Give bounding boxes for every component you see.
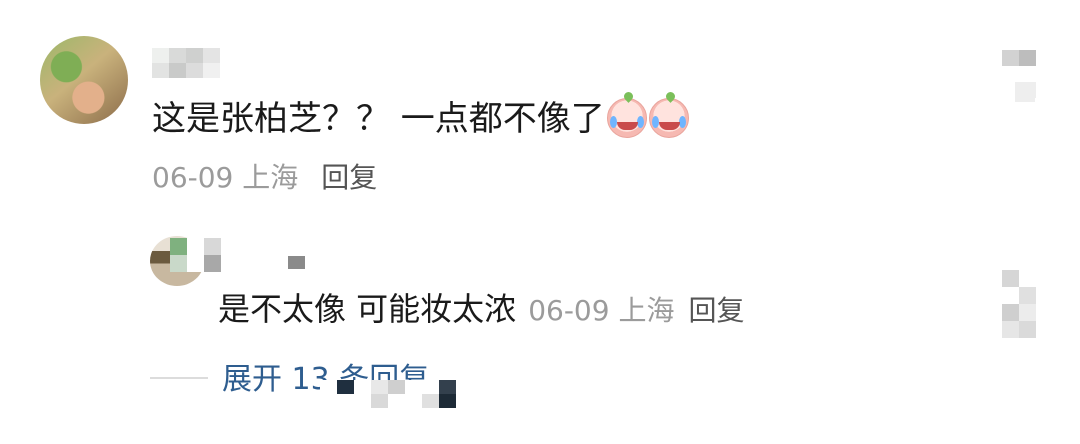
reply-meta: 06-09 上海 回复 [528,294,744,327]
reply-reply-button[interactable]: 回复 [688,294,744,327]
crying-laughing-peach-icon [648,98,689,138]
commenter-avatar[interactable] [40,36,128,124]
reply-line: 是不太像 可能妆太浓 06-09 上海 回复 [218,286,745,334]
expand-replies-blur-overlay [320,380,456,408]
comment-date: 06-09 [152,161,234,194]
comment-body: 这是张柏芝？？ 一点都不像了 [152,99,605,139]
comment-reply-button[interactable]: 回复 [321,161,377,194]
crying-laughing-peach-icon [606,98,647,138]
reply-date: 06-09 [528,294,610,327]
comment-location: 上海 [242,161,299,194]
comment-meta: 06-09 上海 回复 [152,156,377,196]
comment-like-count-blurred [1015,82,1035,102]
reply-location: 上海 [618,294,675,327]
reply-like-button-blurred[interactable] [1002,270,1036,338]
reply-name-blurred-tail [288,256,305,269]
reply-text: 是不太像 可能妆太浓 [218,290,517,328]
reply-name-blurred[interactable] [170,238,221,272]
comment-text: 这是张柏芝？？ 一点都不像了 [152,96,689,142]
expand-divider [150,377,208,379]
commenter-name-blurred[interactable] [152,48,220,78]
